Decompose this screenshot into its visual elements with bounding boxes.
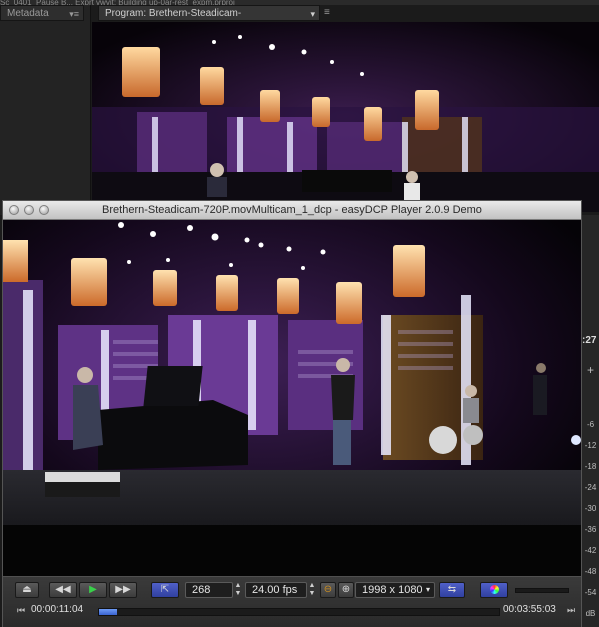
resolution-value: 1998 x 1080 xyxy=(362,584,423,596)
zoom-in-icon: ⊕ xyxy=(341,584,351,595)
step-back-icon[interactable]: ⏮ xyxy=(17,605,25,616)
video-viewport[interactable] xyxy=(3,220,581,576)
rewind-icon: ◀◀ xyxy=(55,584,71,595)
rewind-button[interactable]: ◀◀ xyxy=(49,582,77,598)
fps-stepper[interactable]: ▲ ▼ xyxy=(307,582,317,598)
zoom-out-icon: ⊖ xyxy=(323,584,333,595)
meter-label: -6 xyxy=(586,420,595,429)
timecode-fragment: :27 xyxy=(582,335,597,346)
meter-label: -12 xyxy=(584,441,597,450)
tab-metadata-label: Metadata xyxy=(7,8,49,19)
window-title: Brethern-Steadicam-720P.movMulticam_1_dc… xyxy=(102,204,482,216)
zoom-in-button[interactable]: ⊕ xyxy=(338,582,354,598)
meter-label: -18 xyxy=(584,462,597,471)
easydcp-player-window: Brethern-Steadicam-720P.movMulticam_1_dc… xyxy=(2,200,582,627)
play-icon: ▶ xyxy=(89,584,97,595)
metadata-panel xyxy=(0,5,91,215)
current-time: 00:00:11:04 xyxy=(31,604,84,615)
eject-button[interactable]: ⏏ xyxy=(15,582,39,598)
progress-fill xyxy=(99,609,117,615)
export-frame-icon: ⇱ xyxy=(160,584,170,595)
tab-program[interactable]: Program: Brethern-Steadicam-720P.movMult… xyxy=(98,5,320,35)
meter-unit: dB xyxy=(585,609,596,618)
chevron-down-icon: ▾ xyxy=(425,585,430,594)
tab-metadata[interactable]: Metadata ▾≡ xyxy=(0,5,84,21)
play-button[interactable]: ▶ xyxy=(79,582,107,598)
aspect-ratio-icon: ⇆ xyxy=(447,584,457,595)
aspect-ratio-button[interactable]: ⇆ xyxy=(439,582,465,598)
total-time: 00:03:55:03 xyxy=(503,604,556,615)
eject-icon: ⏏ xyxy=(22,584,32,595)
color-wheel-icon xyxy=(489,585,499,594)
meter-label: -48 xyxy=(584,567,597,576)
volume-slider[interactable] xyxy=(515,588,569,593)
meter-label: -54 xyxy=(584,588,597,597)
export-frame-button[interactable]: ⇱ xyxy=(151,582,179,598)
add-button[interactable]: + xyxy=(582,363,599,377)
zoom-out-button[interactable]: ⊖ xyxy=(320,582,336,598)
window-titlebar[interactable]: Brethern-Steadicam-720P.movMulticam_1_dc… xyxy=(3,201,581,220)
concert-video-frame xyxy=(3,220,581,576)
fast-forward-button[interactable]: ▶▶ xyxy=(109,582,137,598)
panel-menu-icon[interactable]: ▾≡ xyxy=(69,6,79,22)
frame-number-field[interactable]: 268 xyxy=(185,582,233,598)
meter-label: -42 xyxy=(584,546,597,555)
color-button[interactable] xyxy=(480,582,508,598)
meter-label: -30 xyxy=(584,504,597,513)
frame-stepper[interactable]: ▲ ▼ xyxy=(233,582,243,598)
meter-label: -24 xyxy=(584,483,597,492)
fast-forward-icon: ▶▶ xyxy=(115,584,131,595)
frame-rate-field[interactable]: 24.00 fps xyxy=(245,582,307,598)
meter-label: -36 xyxy=(584,525,597,534)
audio-meter-strip: :27 + -6 -12 -18 -24 -30 -36 -42 -48 -54… xyxy=(582,215,599,627)
player-controls: ⏏ ◀◀ ▶ ▶▶ ⇱ 268 ▲ ▼ 24.00 fps ▲ ▼ ⊖ ⊕ 1998… xyxy=(3,576,581,627)
panel-menu-icon[interactable]: ≡ xyxy=(324,7,330,18)
timeline-progress-bar[interactable] xyxy=(98,608,500,616)
program-video-frame xyxy=(92,22,599,212)
program-monitor xyxy=(92,22,599,212)
step-forward-icon[interactable]: ⏭ xyxy=(567,605,575,616)
program-dropdown-icon[interactable]: ▾ xyxy=(310,6,315,22)
resolution-select[interactable]: 1998 x 1080 ▾ xyxy=(355,582,435,598)
